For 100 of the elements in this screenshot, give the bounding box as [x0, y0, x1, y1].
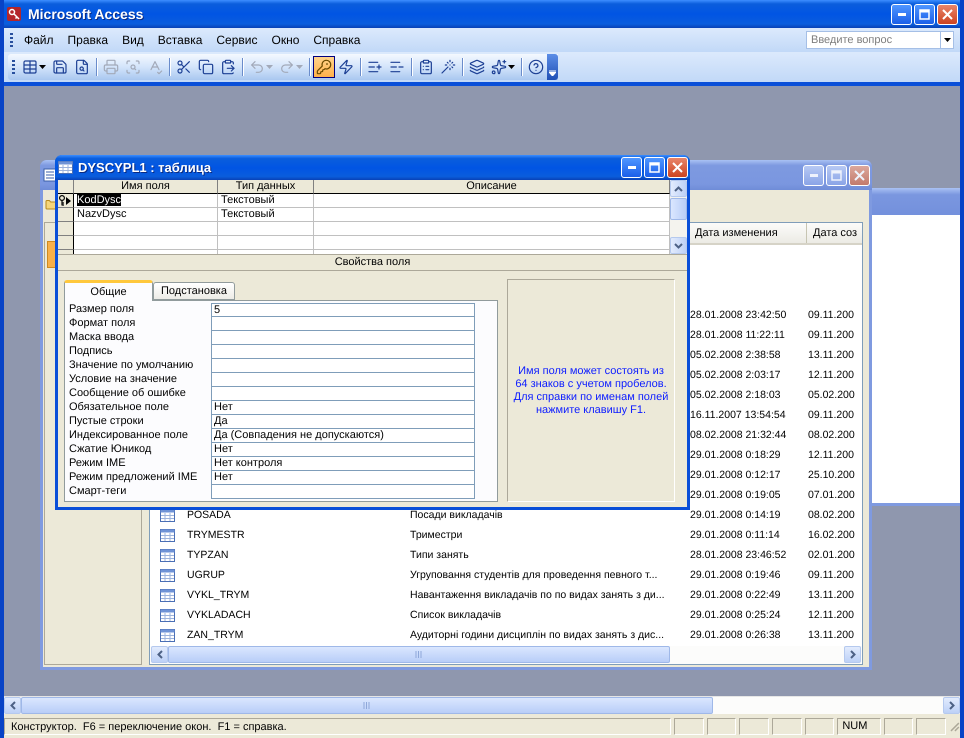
property-field[interactable] [211, 373, 475, 387]
property-field[interactable] [211, 485, 475, 499]
window-title: DYSCYPL1 : таблица [78, 160, 212, 175]
modified-date: 16.11.2007 13:54:54 [690, 409, 787, 421]
table-description: Аудиторні години дисциплін по видах занять з дис... [410, 629, 666, 641]
property-label: Обязательное поле [68, 401, 170, 415]
table-name[interactable]: VYKL_TRYM [187, 589, 410, 601]
maximize-button[interactable] [644, 157, 665, 178]
field-name-cell[interactable]: NazvDysc [74, 208, 218, 222]
property-field[interactable]: Нет [211, 401, 475, 415]
maximize-button[interactable] [914, 4, 935, 24]
created-date: 13.11.200 [808, 349, 855, 361]
property-label: Индексированное поле [68, 429, 189, 443]
modified-date: 29.01.2008 0:19:46 [690, 569, 782, 581]
property-field[interactable]: Да (Совпадения не допускаются) [211, 429, 475, 443]
lightning-icon [338, 59, 354, 75]
property-field[interactable] [211, 387, 475, 401]
table-icon [160, 588, 175, 602]
table-description: Навантаження викладачів по по видах занять з ди... [410, 589, 666, 601]
description-cell[interactable] [314, 236, 670, 250]
minimize-button[interactable] [803, 164, 824, 186]
field-name-cell[interactable]: KodDysc [74, 194, 218, 208]
menu-item[interactable]: Правка [60, 31, 116, 49]
description-cell[interactable] [314, 208, 670, 222]
table-icon [160, 628, 175, 642]
table-name[interactable]: VYKLADACH [187, 609, 410, 621]
menu-item[interactable]: Вставка [150, 31, 210, 49]
delete-rows-icon [389, 59, 405, 75]
field-name-cell[interactable] [74, 236, 218, 250]
status-text: Конструктор. F6 = переключение окон. F1 = справка. [4, 718, 671, 734]
help-search-field[interactable]: Введите вопрос [806, 31, 940, 49]
close-button[interactable] [849, 164, 870, 186]
field-name-cell[interactable] [74, 222, 218, 236]
toolbar-button[interactable] [313, 56, 335, 78]
minimize-icon [628, 166, 636, 169]
row-selector[interactable] [58, 208, 74, 222]
property-field[interactable]: 5 [211, 303, 475, 317]
description-cell[interactable] [314, 222, 670, 236]
table-name[interactable]: ZAN_TRYM [187, 629, 410, 641]
scrollbar-thumb[interactable] [168, 646, 670, 663]
property-label: Сообщение об ошибке [68, 387, 187, 401]
scroll-up-button[interactable] [670, 180, 687, 197]
close-button[interactable] [937, 4, 958, 24]
property-field[interactable] [211, 331, 475, 345]
table-icon [58, 161, 73, 174]
scrollbar-thumb[interactable] [21, 697, 713, 714]
dropdown-button[interactable] [940, 31, 954, 49]
minimize-button[interactable] [891, 4, 912, 24]
table-name[interactable]: POSADA [187, 509, 410, 521]
tab[interactable]: Подстановка [153, 282, 235, 300]
table-icon [22, 59, 38, 75]
scroll-right-button[interactable] [844, 646, 861, 663]
menu-item[interactable]: Сервис [209, 31, 264, 49]
property-field[interactable] [211, 317, 475, 331]
status-panel [804, 718, 834, 734]
property-label: Формат поля [68, 317, 136, 331]
property-label: Режим IME [68, 457, 127, 471]
scrollbar-thumb[interactable] [670, 198, 687, 220]
property-field[interactable]: Нет [211, 443, 475, 457]
maximize-button[interactable] [826, 164, 847, 186]
created-date: 05.02.200 [808, 389, 856, 401]
property-field[interactable]: Нет контроля [211, 457, 475, 471]
property-field[interactable]: Нет [211, 471, 475, 485]
menu-item[interactable]: Справка [306, 31, 368, 49]
scroll-down-button[interactable] [670, 237, 687, 254]
caret-icon [944, 38, 950, 42]
scroll-right-button[interactable] [943, 697, 960, 714]
resize-grip-icon [949, 720, 960, 732]
tab[interactable]: Общие [64, 280, 153, 301]
row-selector[interactable] [58, 236, 74, 250]
table-name[interactable]: UGRUP [187, 569, 410, 581]
modified-date: 28.01.2008 23:46:52 [690, 549, 788, 561]
data-type-cell[interactable] [218, 236, 314, 250]
caret-icon [296, 65, 303, 69]
column-header[interactable]: Дата соз [806, 223, 862, 243]
file-search-icon [74, 59, 90, 75]
property-field[interactable]: Да [211, 415, 475, 429]
folder-icon [45, 199, 57, 211]
property-field[interactable] [211, 345, 475, 359]
menu-item[interactable]: Вид [115, 31, 151, 49]
menu-item[interactable]: Файл [17, 31, 61, 49]
property-field[interactable] [211, 359, 475, 373]
close-button[interactable] [667, 157, 688, 178]
printer-icon [103, 59, 119, 75]
scroll-left-button[interactable] [151, 646, 168, 663]
table-name[interactable]: TRYMESTR [187, 529, 410, 541]
toolbar-options-button[interactable] [547, 54, 558, 80]
caret-icon [266, 65, 273, 69]
data-type-cell[interactable] [218, 222, 314, 236]
scroll-left-button[interactable] [4, 697, 21, 714]
row-selector[interactable] [58, 194, 74, 208]
close-icon [854, 170, 865, 180]
data-type-cell[interactable]: Текстовый [218, 208, 314, 222]
menu-item[interactable]: Окно [264, 31, 306, 49]
minimize-button[interactable] [621, 157, 642, 178]
row-selector[interactable] [58, 222, 74, 236]
data-type-cell[interactable]: Текстовый [218, 194, 314, 208]
table-name[interactable]: TYPZAN [187, 549, 410, 561]
description-cell[interactable] [314, 194, 670, 208]
section-title: Свойства поля [58, 254, 687, 270]
